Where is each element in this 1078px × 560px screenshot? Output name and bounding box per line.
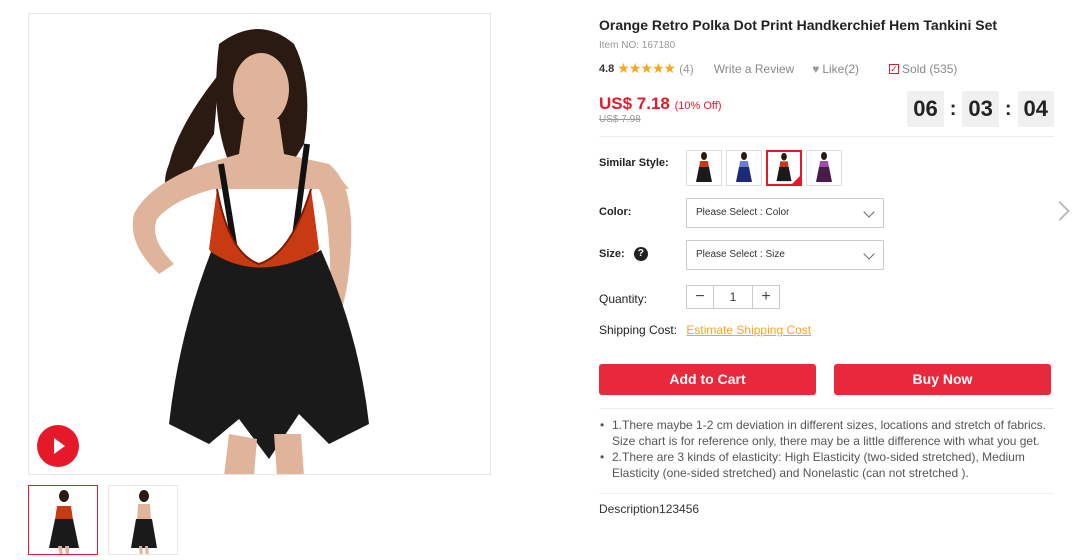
star-rating-icon: ★★★★★	[617, 60, 676, 76]
swimsuit-purple-image	[816, 152, 832, 182]
swimsuit-orange-image	[696, 152, 712, 182]
quantity-stepper: − 1 +	[686, 285, 780, 309]
thumbnail-back[interactable]	[108, 485, 178, 555]
rating-value: 4.8	[599, 62, 615, 75]
quantity-decrease-button[interactable]: −	[687, 286, 713, 308]
similar-style-red-selected[interactable]	[766, 150, 802, 186]
play-video-button[interactable]	[37, 425, 79, 467]
divider	[599, 136, 1054, 137]
estimate-shipping-link[interactable]: Estimate Shipping Cost	[686, 323, 811, 337]
heart-icon: ♥	[812, 61, 820, 76]
color-select[interactable]: Please Select : Color	[686, 198, 884, 228]
sold-label: Sold (535)	[902, 61, 958, 76]
current-price: US$ 7.18	[599, 94, 670, 113]
size-select[interactable]: Please Select : Size	[686, 240, 884, 270]
countdown-seconds: 04	[1017, 91, 1054, 127]
original-price: US$ 7.98	[599, 114, 641, 125]
size-notes: 1.There maybe 1-2 cm deviation in differ…	[599, 417, 1054, 481]
description-tab[interactable]: Description123456	[599, 502, 699, 516]
size-select-value: Please Select : Size	[696, 249, 785, 260]
swimsuit-blue-image	[736, 152, 752, 182]
discount-badge: (10% Off)	[674, 100, 722, 112]
countdown-minutes: 03	[962, 91, 999, 127]
similar-style-blue[interactable]	[726, 150, 762, 186]
note-item: 1.There maybe 1-2 cm deviation in differ…	[599, 417, 1054, 449]
chevron-down-icon	[863, 206, 875, 218]
like-count: Like(2)	[822, 61, 860, 76]
color-select-value: Please Select : Color	[696, 207, 790, 218]
chevron-down-icon	[863, 248, 875, 260]
review-count[interactable]: (4)	[679, 62, 694, 76]
sold-count: ✓ Sold (535)	[889, 62, 957, 76]
add-to-cart-button[interactable]: Add to Cart	[599, 364, 816, 395]
product-title: Orange Retro Polka Dot Print Handkerchie…	[599, 17, 998, 33]
product-photo	[132, 29, 369, 474]
quantity-increase-button[interactable]: +	[753, 286, 779, 308]
shipping-cost-row: Shipping Cost: Estimate Shipping Cost	[599, 323, 811, 337]
color-label: Color:	[599, 206, 632, 218]
checkbox-icon: ✓	[889, 63, 900, 74]
selected-corner-icon	[792, 176, 800, 184]
buy-now-button[interactable]: Buy Now	[834, 364, 1051, 395]
countdown-hours: 06	[907, 91, 944, 127]
like-button[interactable]: ♥ Like(2)	[812, 62, 859, 76]
divider	[599, 493, 1054, 494]
thumbnail-front[interactable]	[28, 485, 98, 555]
chevron-right-icon[interactable]	[1050, 201, 1070, 221]
main-product-image[interactable]	[28, 13, 491, 475]
item-number: Item NO: 167180	[599, 40, 676, 51]
size-label-row: Size: ?	[599, 247, 648, 261]
thumbnail-back-image	[131, 490, 157, 554]
similar-style-label: Similar Style:	[599, 157, 669, 169]
size-label: Size:	[599, 247, 625, 260]
note-item: 2.There are 3 kinds of elasticity: High …	[599, 449, 1054, 481]
quantity-label: Quantity:	[599, 292, 648, 306]
similar-style-orange[interactable]	[686, 150, 722, 186]
quantity-input[interactable]: 1	[713, 286, 753, 308]
countdown-separator: :	[949, 97, 957, 120]
thumbnail-front-image	[49, 490, 79, 554]
countdown-separator: :	[1004, 97, 1012, 120]
divider	[599, 408, 1054, 409]
shipping-cost-label: Shipping Cost:	[599, 323, 678, 337]
countdown-timer: 06 : 03 : 04	[907, 91, 1054, 127]
rating-row: 4.8 ★★★★★ (4) Write a Review ♥ Like(2) ✓…	[599, 60, 957, 77]
help-icon[interactable]: ?	[633, 247, 648, 261]
similar-styles	[686, 150, 842, 186]
write-review-link[interactable]: Write a Review	[714, 62, 794, 76]
image-thumbnails	[28, 485, 178, 555]
similar-style-purple[interactable]	[806, 150, 842, 186]
price: US$ 7.18 (10% Off)	[599, 94, 722, 114]
